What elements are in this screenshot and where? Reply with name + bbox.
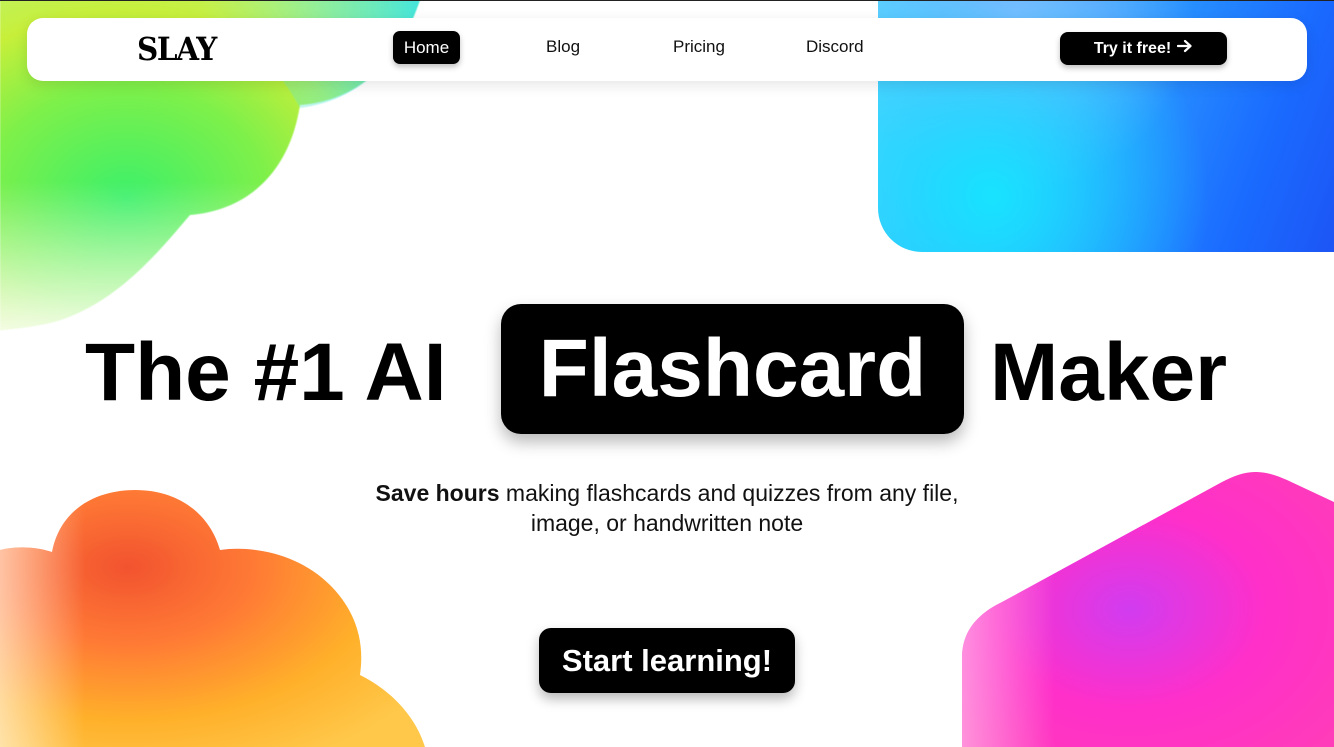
subtitle-rest: making flashcards and quizzes from any f…: [505, 480, 959, 506]
hero-highlight-box: Flashcard: [501, 304, 964, 434]
hero-title-after: Maker: [990, 327, 1228, 418]
hero-title: The #1 AI Flashcard Maker: [0, 304, 1334, 434]
slay-logo[interactable]: SLAY: [137, 30, 217, 68]
nav-home-link[interactable]: Home: [393, 31, 460, 64]
hero-title-before: The #1 AI: [85, 327, 447, 418]
subtitle-line-2: image, or handwritten note: [530, 510, 804, 536]
top-border: [0, 0, 1334, 1]
nav-discord-link[interactable]: Discord: [806, 37, 864, 57]
try-it-free-label: Try it free!: [1093, 39, 1172, 57]
subtitle-line-1: Save hours making flashcards and quizzes…: [0, 478, 1334, 508]
navbar: SLAY Home Blog Pricing Discord Try it fr…: [27, 18, 1307, 81]
subtitle-bold: Save hours: [375, 480, 500, 506]
hero-title-highlight: Flashcard: [538, 323, 927, 414]
arrow-right-icon: [1177, 39, 1193, 58]
start-learning-button[interactable]: Start learning!: [539, 628, 795, 693]
nav-pricing-link[interactable]: Pricing: [673, 37, 725, 57]
nav-blog-link[interactable]: Blog: [546, 37, 580, 57]
try-it-free-button[interactable]: Try it free!: [1060, 32, 1227, 65]
hero-subtitle: Save hours making flashcards and quizzes…: [0, 478, 1334, 538]
